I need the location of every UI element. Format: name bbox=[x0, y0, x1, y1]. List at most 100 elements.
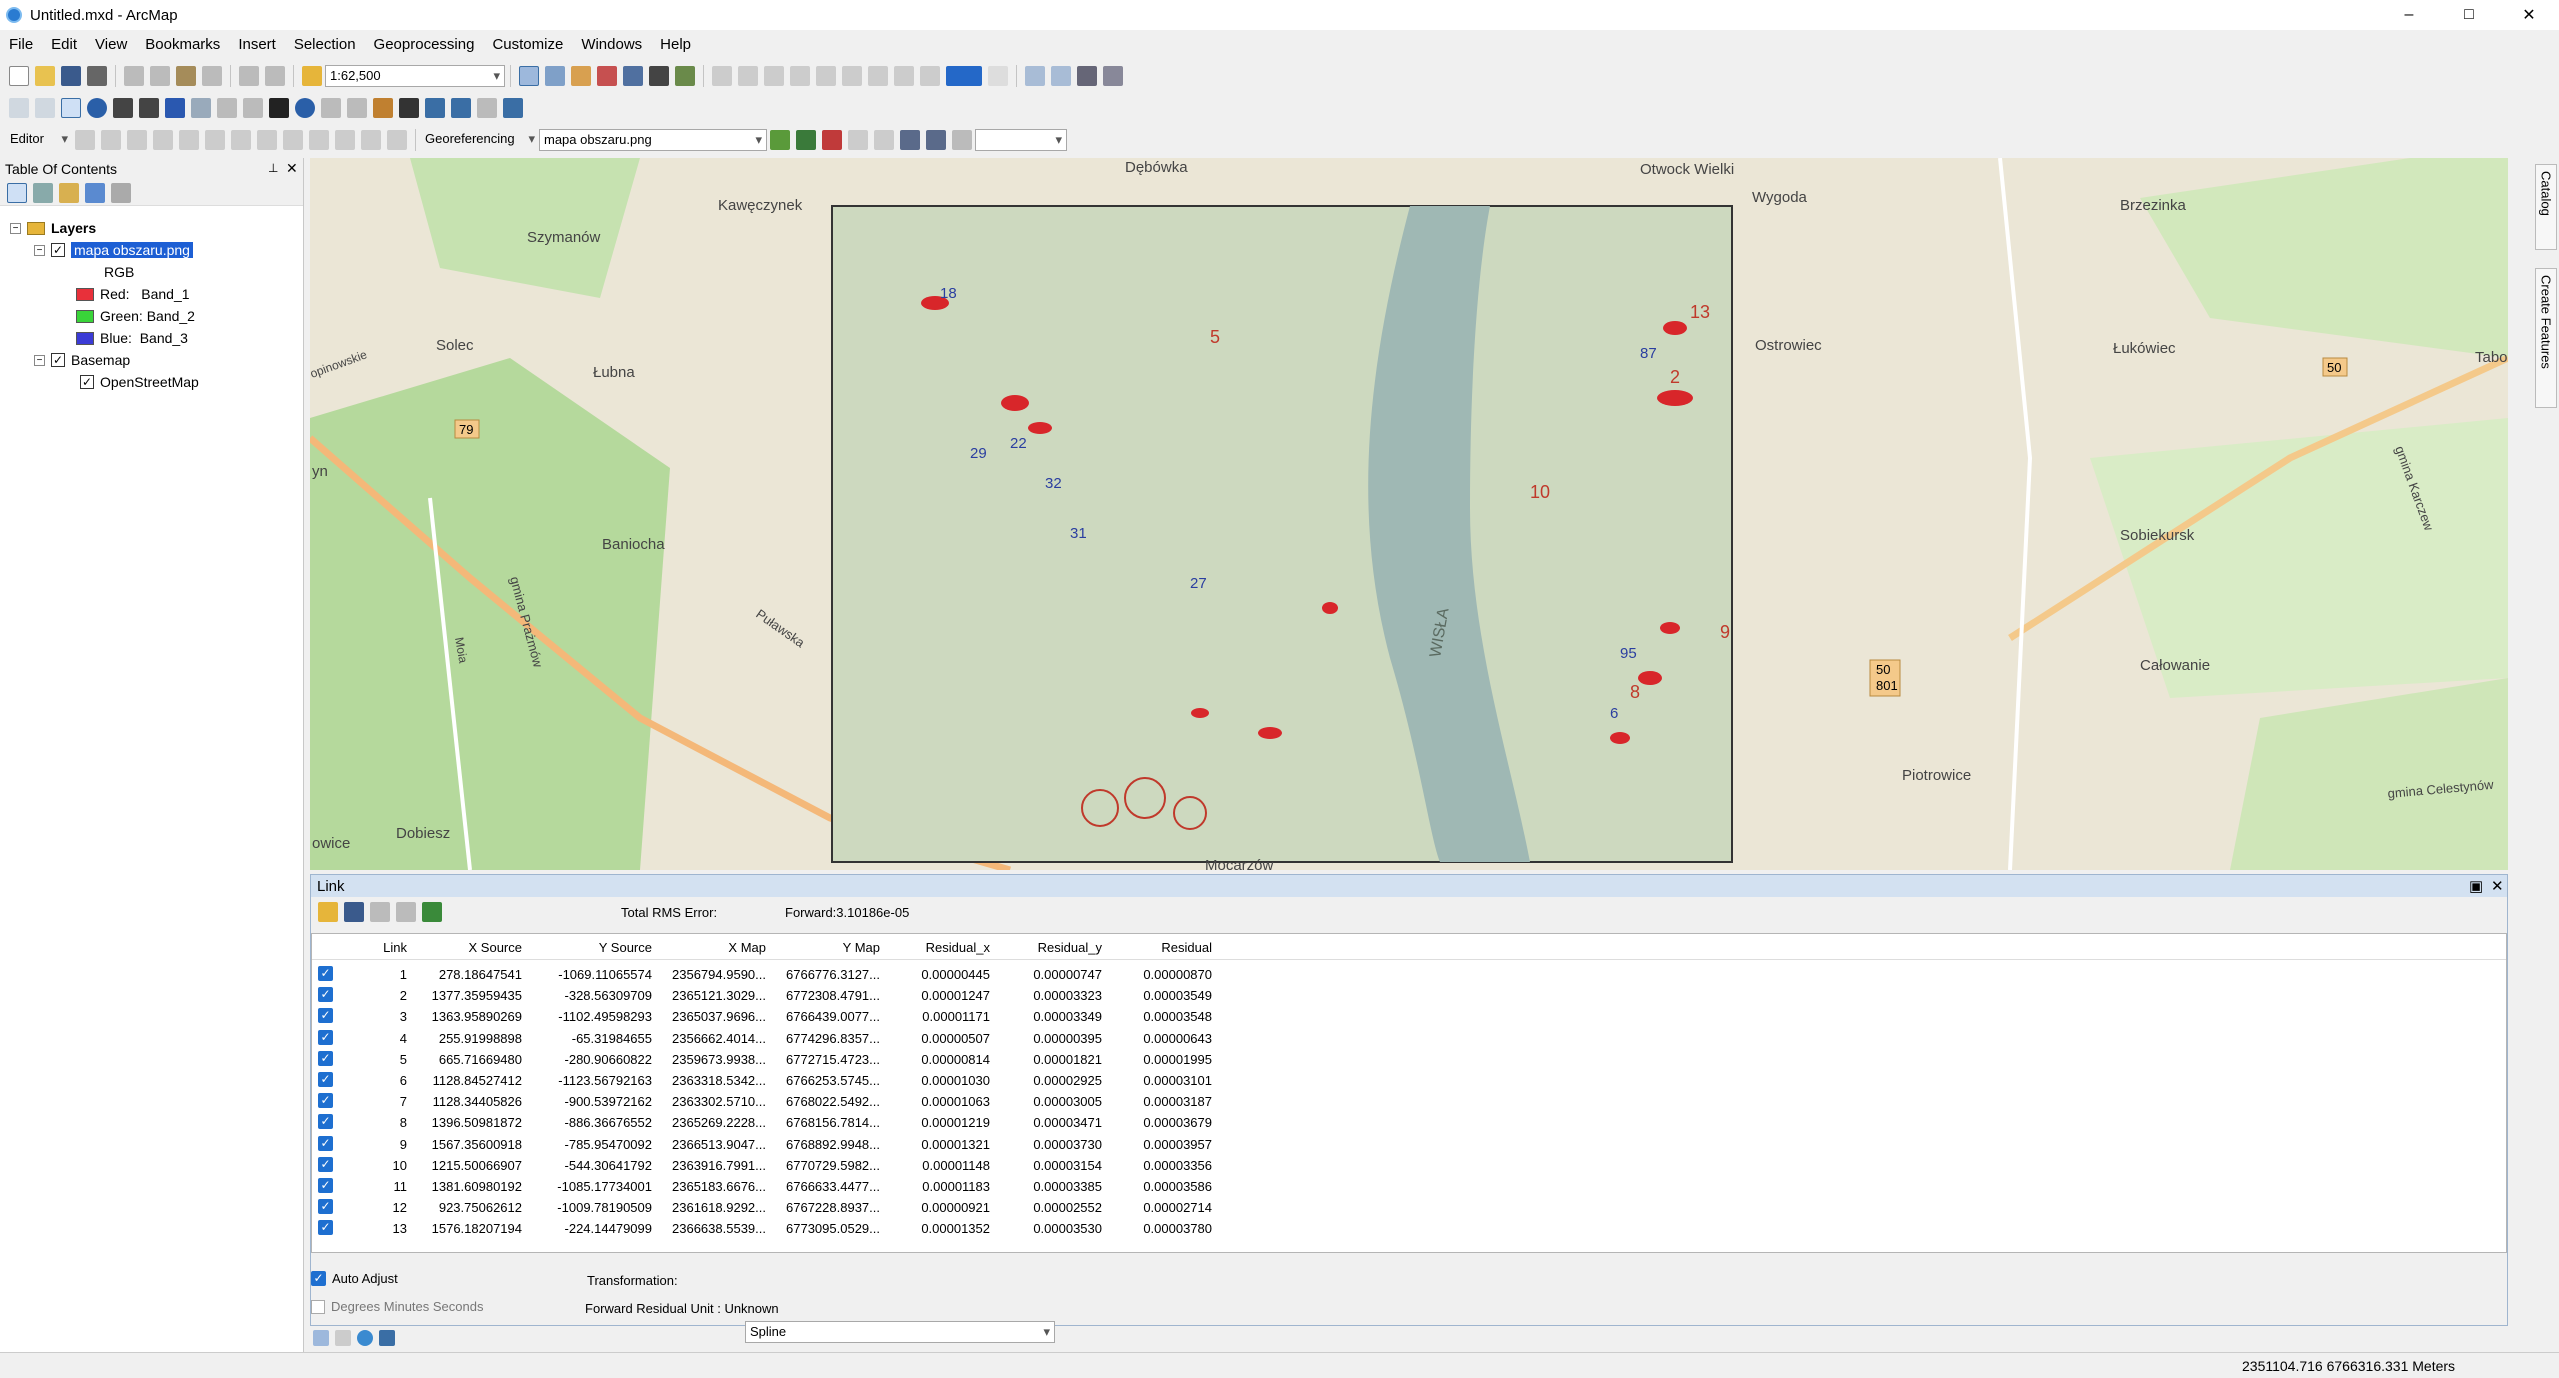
table-cell[interactable]: 2359673.9938... bbox=[652, 1052, 766, 1067]
copy-icon[interactable] bbox=[150, 66, 170, 86]
table-cell[interactable]: 2363302.5710... bbox=[652, 1094, 766, 1109]
menu-geoprocessing[interactable]: Geoprocessing bbox=[365, 36, 484, 53]
find-route-icon[interactable] bbox=[425, 98, 445, 118]
data-view-icon[interactable] bbox=[313, 1330, 329, 1346]
save-links-icon[interactable] bbox=[344, 902, 364, 922]
table-cell[interactable]: 1396.50981872 bbox=[412, 1115, 522, 1130]
col-header-y-map[interactable]: Y Map bbox=[766, 940, 880, 955]
table-cell[interactable]: -1069.11065574 bbox=[522, 967, 652, 982]
print-icon[interactable] bbox=[87, 66, 107, 86]
table-cell[interactable]: 6772308.4791... bbox=[766, 988, 880, 1003]
catalog-window-icon[interactable] bbox=[571, 66, 591, 86]
load-links-icon[interactable] bbox=[318, 902, 338, 922]
link-enabled-checkbox[interactable]: ✓ bbox=[318, 1135, 333, 1151]
dms-row[interactable]: Degrees Minutes Seconds bbox=[311, 1299, 483, 1314]
layout-tool-5-icon[interactable] bbox=[816, 66, 836, 86]
delete-icon[interactable] bbox=[202, 66, 222, 86]
table-cell[interactable]: 7 bbox=[362, 1094, 407, 1109]
list-by-drawing-order-icon[interactable] bbox=[7, 182, 27, 203]
table-cell[interactable]: 0.00003385 bbox=[990, 1179, 1102, 1194]
table-cell[interactable]: -886.36676552 bbox=[522, 1115, 652, 1130]
table-cell[interactable]: 0.00003730 bbox=[990, 1137, 1102, 1152]
link-enabled-checkbox[interactable]: ✓ bbox=[318, 1029, 333, 1045]
editor-menu[interactable]: Editor bbox=[6, 129, 72, 151]
menu-edit[interactable]: Edit bbox=[42, 36, 86, 53]
time-slider-icon[interactable] bbox=[477, 98, 497, 118]
attributes-icon[interactable] bbox=[335, 130, 355, 150]
delete-link-icon[interactable] bbox=[370, 902, 390, 922]
scale-georef-icon[interactable] bbox=[848, 130, 868, 150]
view-source-icon[interactable] bbox=[926, 130, 946, 150]
layout-tool-9-icon[interactable] bbox=[920, 66, 940, 86]
osm-layer-row[interactable]: ✓ OpenStreetMap bbox=[80, 371, 199, 393]
edit-tool-icon[interactable] bbox=[75, 130, 95, 150]
table-cell[interactable]: 0.00000814 bbox=[880, 1052, 990, 1067]
table-cell[interactable]: 0.00000445 bbox=[880, 967, 990, 982]
identify-icon[interactable] bbox=[295, 98, 315, 118]
layout-tool-2-icon[interactable] bbox=[738, 66, 758, 86]
georef-layer-combo[interactable]: mapa obszaru.png bbox=[539, 129, 767, 151]
layout-dropdown-icon[interactable] bbox=[988, 66, 1008, 86]
full-extent-globe-icon[interactable] bbox=[87, 98, 107, 118]
select-features-icon[interactable] bbox=[217, 98, 237, 118]
table-cell[interactable]: -1009.78190509 bbox=[522, 1200, 652, 1215]
menu-insert[interactable]: Insert bbox=[229, 36, 285, 53]
sketch-properties-icon[interactable] bbox=[361, 130, 381, 150]
table-cell[interactable]: -785.95470092 bbox=[522, 1137, 652, 1152]
undo-icon[interactable] bbox=[239, 66, 259, 86]
forward-arrow-icon[interactable] bbox=[191, 98, 211, 118]
fixed-zoom-out-icon[interactable] bbox=[139, 98, 159, 118]
binoculars-icon[interactable] bbox=[1077, 66, 1097, 86]
link-enabled-checkbox[interactable]: ✓ bbox=[318, 1220, 333, 1236]
layers-group-row[interactable]: − Layers bbox=[10, 217, 96, 239]
table-cell[interactable]: 6772715.4723... bbox=[766, 1052, 880, 1067]
table-cell[interactable]: 0.00001352 bbox=[880, 1221, 990, 1236]
table-cell[interactable]: -280.90660822 bbox=[522, 1052, 652, 1067]
table-cell[interactable]: 2363916.7991... bbox=[652, 1158, 766, 1173]
table-cell[interactable]: 0.00003356 bbox=[1102, 1158, 1212, 1173]
menu-customize[interactable]: Customize bbox=[483, 36, 572, 53]
flicker-icon[interactable] bbox=[952, 130, 972, 150]
table-cell[interactable]: 0.00001995 bbox=[1102, 1052, 1212, 1067]
osm-label[interactable]: OpenStreetMap bbox=[100, 374, 199, 390]
paste-icon[interactable] bbox=[176, 66, 196, 86]
raster-layer-name[interactable]: mapa obszaru.png bbox=[71, 242, 193, 258]
table-cell[interactable]: 3 bbox=[362, 1009, 407, 1024]
table-cell[interactable]: 10 bbox=[362, 1158, 407, 1173]
table-cell[interactable]: 0.00003549 bbox=[1102, 988, 1212, 1003]
link-enabled-checkbox[interactable]: ✓ bbox=[318, 1156, 333, 1172]
layout-tool-8-icon[interactable] bbox=[894, 66, 914, 86]
layout-tool-3-icon[interactable] bbox=[764, 66, 784, 86]
table-cell[interactable]: 0.00002552 bbox=[990, 1200, 1102, 1215]
refresh-icon[interactable] bbox=[357, 1330, 373, 1346]
table-cell[interactable]: 2356794.9590... bbox=[652, 967, 766, 982]
clear-selection-icon[interactable] bbox=[243, 98, 263, 118]
table-cell[interactable]: 6768892.9948... bbox=[766, 1137, 880, 1152]
pin-icon[interactable]: ⊥ bbox=[268, 161, 278, 175]
layout-tool-6-icon[interactable] bbox=[842, 66, 862, 86]
table-cell[interactable]: -544.30641792 bbox=[522, 1158, 652, 1173]
table-cell[interactable]: 6767228.8937... bbox=[766, 1200, 880, 1215]
view-link-table-icon[interactable] bbox=[900, 130, 920, 150]
table-cell[interactable]: 8 bbox=[362, 1115, 407, 1130]
table-cell[interactable]: 5 bbox=[362, 1052, 407, 1067]
export-icon[interactable] bbox=[1103, 66, 1123, 86]
table-cell[interactable]: 923.75062612 bbox=[412, 1200, 522, 1215]
table-cell[interactable]: 6766633.4477... bbox=[766, 1179, 880, 1194]
link-enabled-checkbox[interactable]: ✓ bbox=[318, 1199, 333, 1215]
table-cell[interactable]: 6766439.0077... bbox=[766, 1009, 880, 1024]
python-window-icon[interactable] bbox=[649, 66, 669, 86]
table-cell[interactable]: 2361618.9292... bbox=[652, 1200, 766, 1215]
menu-windows[interactable]: Windows bbox=[572, 36, 651, 53]
layout-view-icon[interactable] bbox=[1025, 66, 1045, 86]
table-cell[interactable]: 6766776.3127... bbox=[766, 967, 880, 982]
table-cell[interactable]: 0.00000395 bbox=[990, 1031, 1102, 1046]
layer-visibility-checkbox[interactable]: ✓ bbox=[51, 353, 65, 367]
layout-zoom-combo[interactable] bbox=[946, 66, 982, 86]
rotate-georef-icon[interactable] bbox=[770, 130, 790, 150]
cut-polygons-icon[interactable] bbox=[257, 130, 277, 150]
toc-close-icon[interactable]: ✕ bbox=[286, 160, 298, 177]
viewer-window-icon[interactable] bbox=[503, 98, 523, 118]
table-cell[interactable]: -328.56309709 bbox=[522, 988, 652, 1003]
editor-toolbar-icon[interactable] bbox=[519, 66, 539, 86]
